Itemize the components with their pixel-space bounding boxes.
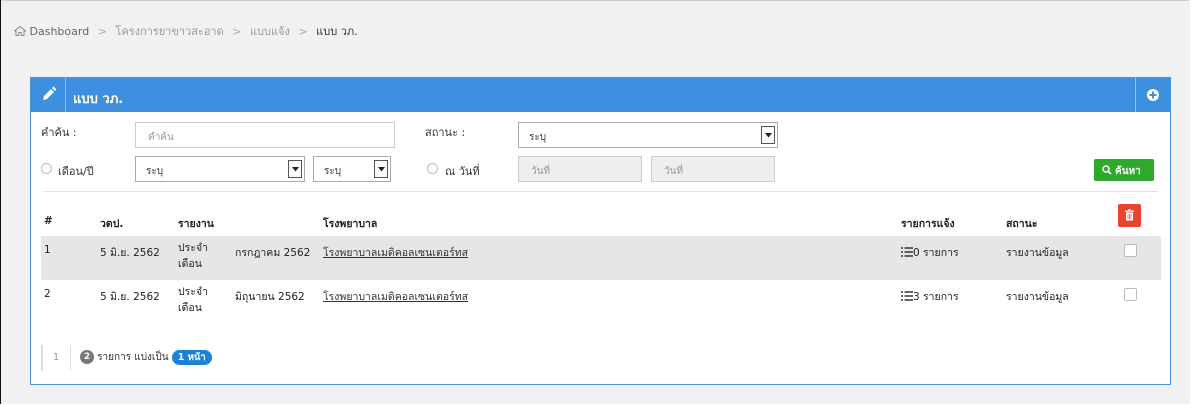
row-items[interactable]: 0 รายการ [901,244,959,261]
row-checkbox[interactable] [1124,288,1137,301]
page-1-button[interactable]: 1 [42,346,71,370]
page-count-badge: 1 หน้า [171,349,212,365]
row-hospital-link[interactable]: โรงพยาบาลเมดิคอลเซนเตอร์ทส [323,288,468,305]
monthyear-label: เดือน/ปี [58,165,94,178]
year-select[interactable]: ระบุ [313,156,391,182]
column-header-num: # [44,215,53,227]
pen-icon [31,78,66,112]
home-icon[interactable] [13,25,30,38]
month-select-value: ระบุ [146,166,164,177]
breadcrumb-separator: > [232,25,242,38]
divider [43,191,1158,192]
row-checkbox[interactable] [1124,244,1137,257]
search-icon [1102,165,1112,175]
column-header-items: รายการแจ้ง [901,218,955,230]
panel-header: แบบ วภ. [31,78,1170,112]
breadcrumb-separator: > [97,25,107,38]
column-header-report: รายงาน [178,218,214,230]
top-border [1,0,1189,1]
search-button-label: ค้นหา [1115,166,1141,177]
date-radio[interactable] [427,163,438,174]
monthyear-radio[interactable] [41,163,52,174]
breadcrumb-current: แบบ วภ. [316,25,358,38]
report-panel: แบบ วภ. คำค้น : คำค้น สถานะ : ระบุ เดือน… [30,77,1171,385]
breadcrumb-home-link[interactable]: Dashboard [30,25,90,38]
pagination-info: 2 รายการ แบ่งเป็น 1 หน้า [70,346,216,370]
breadcrumb: Dashboard > โครงการยาขาวสะอาด > แบบแจ้ง … [13,22,358,40]
status-label: สถานะ : [425,126,466,139]
total-count-badge: 2 [80,350,94,364]
breadcrumb-separator: > [298,25,308,38]
row-status: รายงานข้อมูล [1006,247,1069,259]
table-row[interactable]: 1 5 มิ.ย. 2562 ประจำ เดือน กรกฎาคม 2562 … [41,236,1161,280]
chevron-down-icon [761,126,775,144]
pagination-text: รายการ แบ่งเป็น [97,352,169,363]
add-icon[interactable] [1135,78,1170,112]
date-from-input[interactable]: วันที่ [518,156,642,182]
column-header-status: สถานะ [1006,218,1038,230]
row-period: มิถุนายน 2562 [235,291,305,303]
row-num: 2 [44,288,51,300]
row-period: กรกฎาคม 2562 [235,247,311,259]
row-items[interactable]: 3 รายการ [901,288,959,305]
search-button[interactable]: ค้นหา [1094,159,1154,181]
row-report-type: ประจำ เดือน [178,242,208,270]
table-row[interactable]: 2 5 มิ.ย. 2562 ประจำ เดือน มิถุนายน 2562… [41,280,1161,324]
list-icon [901,247,913,257]
status-select-value: ระบุ [529,132,547,143]
trash-icon [1125,209,1134,221]
keyword-label: คำค้น : [41,126,77,139]
panel-title: แบบ วภ. [73,92,124,107]
year-select-value: ระบุ [324,166,342,177]
row-hospital-link[interactable]: โรงพยาบาลเมดิคอลเซนเตอร์ทส [323,244,468,261]
row-items-label: 3 รายการ [913,291,959,303]
row-date: 5 มิ.ย. 2562 [100,291,160,303]
breadcrumb-page-link[interactable]: แบบแจ้ง [250,25,290,38]
row-report-type: ประจำ เดือน [178,286,208,314]
list-icon [901,291,913,301]
column-header-date: วดป. [100,218,124,230]
row-date: 5 มิ.ย. 2562 [100,247,160,259]
row-num: 1 [44,244,51,256]
row-items-label: 0 รายการ [913,247,959,259]
breadcrumb-section-link[interactable]: โครงการยาขาวสะอาด [115,25,223,38]
row-status: รายงานข้อมูล [1006,291,1069,303]
date-label: ณ วันที่ [445,165,480,178]
delete-button[interactable] [1118,204,1141,227]
date-to-input[interactable]: วันที่ [651,156,775,182]
pagination: 1 2 รายการ แบ่งเป็น 1 หน้า [41,345,212,371]
column-header-hospital: โรงพยาบาล [323,218,378,230]
status-select[interactable]: ระบุ [518,122,778,148]
month-select[interactable]: ระบุ [135,156,305,182]
chevron-down-icon [288,160,302,178]
keyword-input[interactable]: คำค้น [135,122,395,148]
chevron-down-icon [374,160,388,178]
